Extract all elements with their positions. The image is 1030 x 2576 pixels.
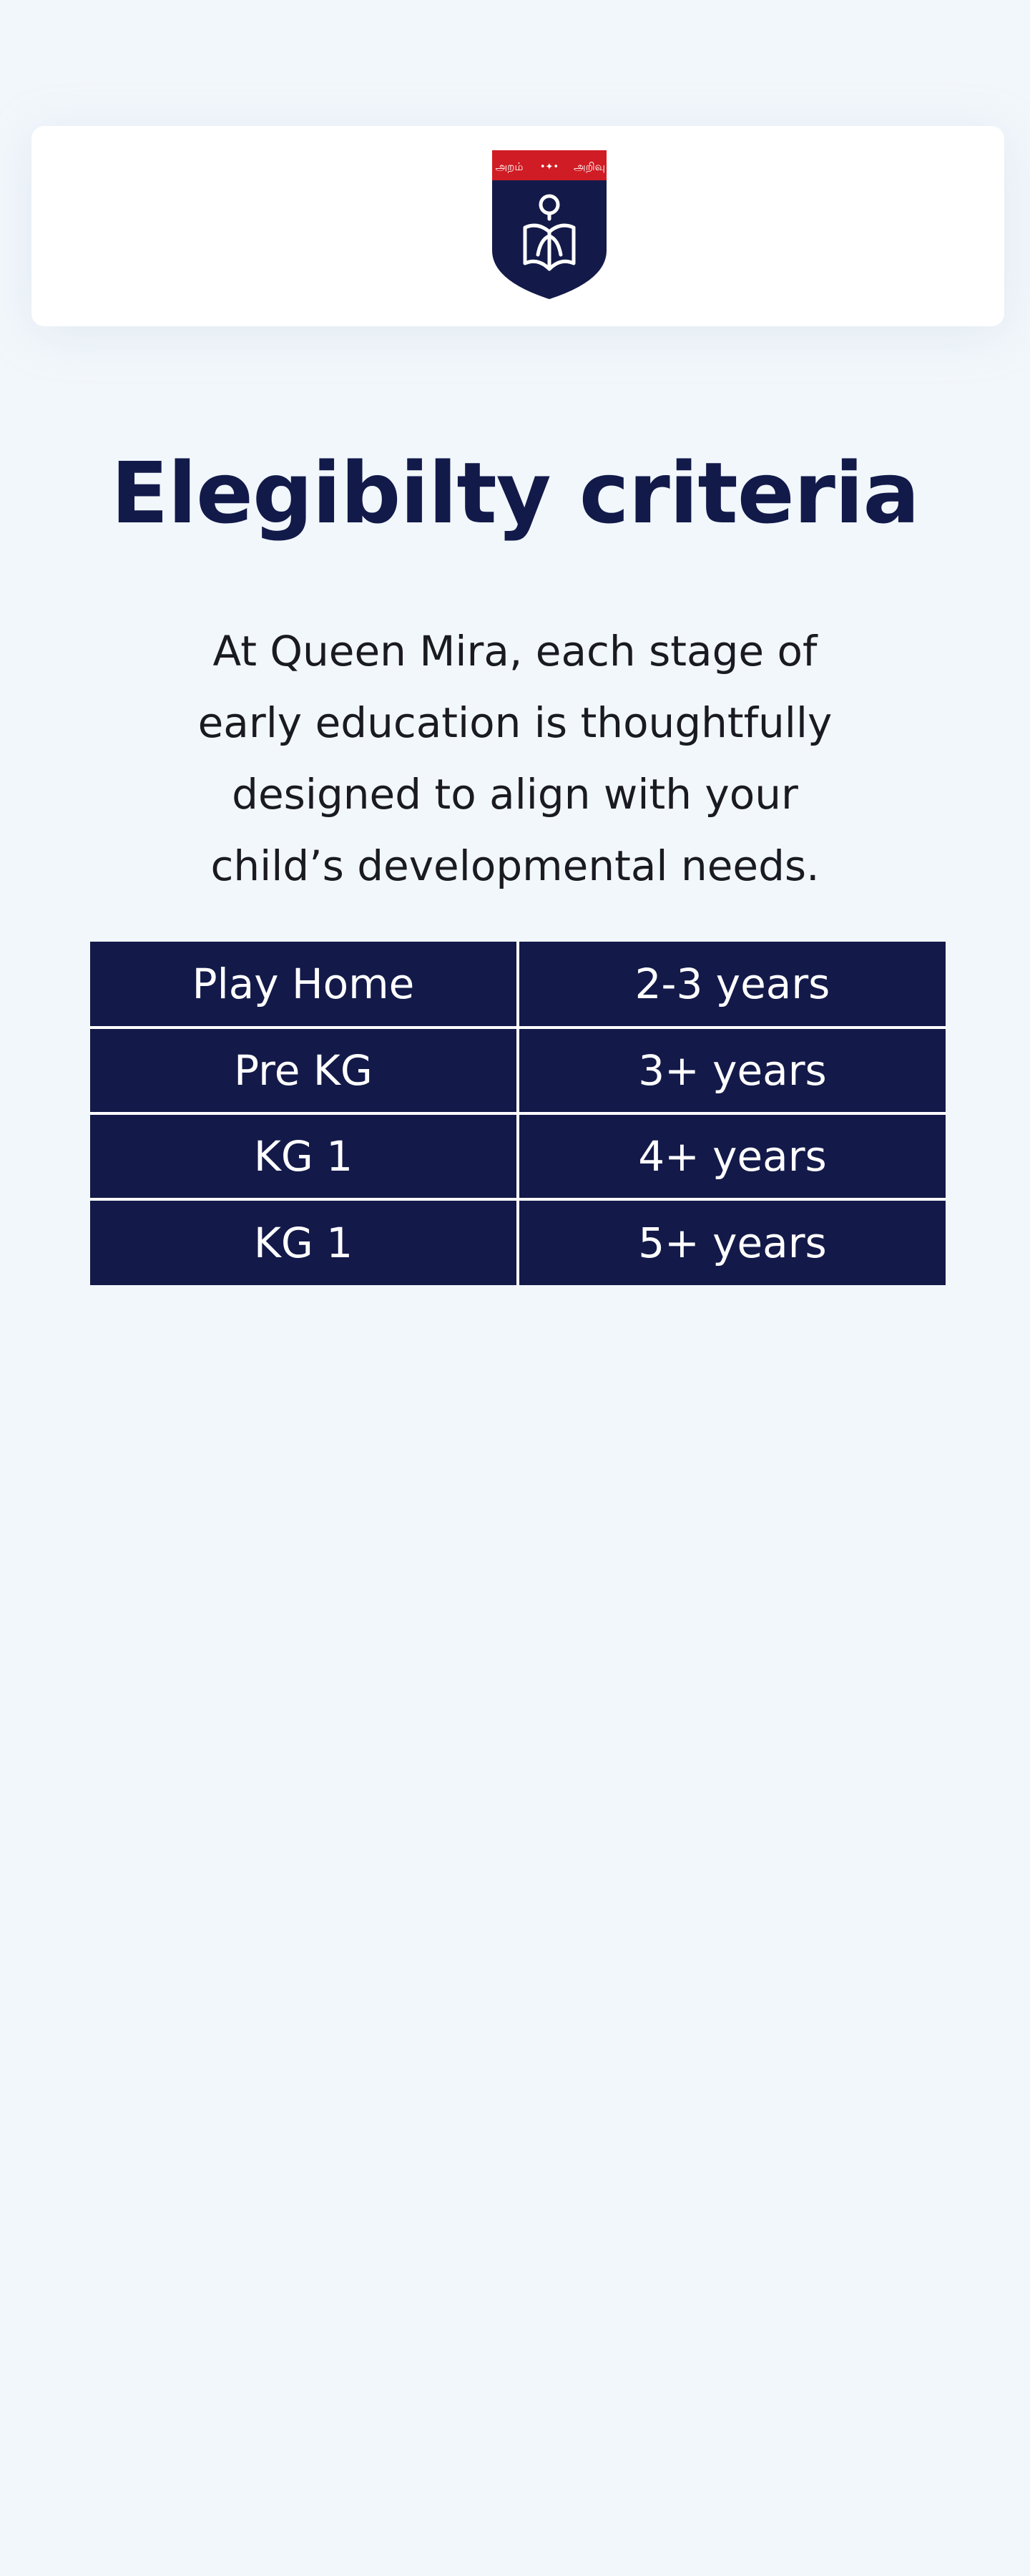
crest-banner-left-text: அறம்: [496, 160, 524, 173]
page-title: Elegibilty criteria: [110, 444, 920, 542]
age-cell: 3+ years: [516, 1026, 946, 1115]
eligibility-table: Play Home 2-3 years Pre KG 3+ years KG 1…: [90, 942, 946, 1285]
school-logo[interactable]: அறம் •✦• அறிவு: [491, 150, 608, 301]
intro-line: child’s developmental needs.: [210, 841, 820, 890]
site-header: அறம் •✦• அறிவு: [31, 126, 1004, 326]
table-row: Pre KG 3+ years: [90, 1026, 946, 1115]
intro-paragraph: At Queen Mira, each stage of early educa…: [193, 615, 837, 902]
age-cell: 4+ years: [516, 1112, 946, 1201]
intro-line: At Queen Mira, each stage of: [212, 627, 818, 675]
school-crest-icon: அறம் •✦• அறிவு: [492, 150, 607, 299]
age-cell: 5+ years: [516, 1198, 946, 1285]
intro-line: designed to align with your: [232, 770, 798, 819]
table-row: KG 1 5+ years: [90, 1198, 946, 1285]
crest-banner-right-text: அறிவு: [574, 160, 605, 173]
table-row: Play Home 2-3 years: [90, 942, 946, 1029]
class-cell: KG 1: [90, 1198, 519, 1285]
table-row: KG 1 4+ years: [90, 1112, 946, 1201]
page: அறம் •✦• அறிவு Elegibilty criteria At Qu…: [0, 0, 1030, 2576]
age-cell: 2-3 years: [516, 942, 946, 1029]
crest-banner-mid-text: •✦•: [540, 162, 559, 172]
class-cell: Play Home: [90, 942, 519, 1029]
intro-line: early education is thoughtfully: [197, 698, 833, 747]
class-cell: Pre KG: [90, 1026, 519, 1115]
class-cell: KG 1: [90, 1112, 519, 1201]
